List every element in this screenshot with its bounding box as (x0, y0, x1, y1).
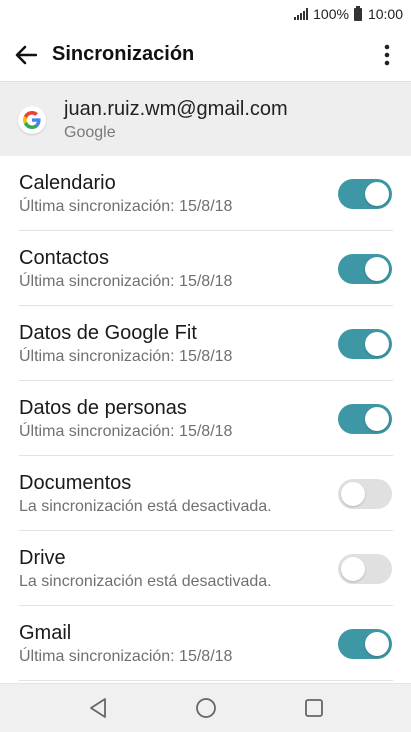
sync-item-title: Calendario (19, 172, 116, 194)
battery-icon (353, 5, 362, 21)
google-logo-icon (18, 105, 46, 134)
sync-item-status: La sincronización está desactivada. (19, 498, 272, 515)
sync-toggle[interactable] (338, 253, 392, 284)
sync-item-status: Última sincronización: 15/8/18 (19, 423, 233, 440)
sync-item-gmail[interactable]: Gmail Última sincronización: 15/8/18 (0, 606, 411, 681)
account-type: Google (64, 124, 116, 141)
sync-item-google-fit[interactable]: Datos de Google Fit Última sincronizació… (0, 306, 411, 381)
status-bar: 100% 10:00 (0, 0, 411, 28)
page-title: Sincronización (52, 43, 195, 65)
sync-item-documentos[interactable]: Documentos La sincronización está desact… (0, 456, 411, 531)
nav-recents-button[interactable] (296, 690, 332, 726)
arrow-back-icon (15, 45, 37, 64)
nav-home-button[interactable] (188, 690, 224, 726)
sync-item-datos-personas[interactable]: Datos de personas Última sincronización:… (0, 381, 411, 456)
sync-item-status: La sincronización está desactivada. (19, 573, 272, 590)
home-circle-icon (195, 698, 216, 718)
sync-toggle[interactable] (338, 628, 392, 659)
sync-toggle[interactable] (338, 478, 392, 509)
sync-item-title: Contactos (19, 247, 110, 269)
sync-item-contactos[interactable]: Contactos Última sincronización: 15/8/18 (0, 231, 411, 306)
account-header: juan.ruiz.wm@gmail.com Google (0, 83, 411, 156)
sync-item-status: Última sincronización: 15/8/18 (19, 273, 233, 290)
app-bar: Sincronización (0, 28, 411, 82)
sync-toggle[interactable] (338, 553, 392, 584)
sync-item-drive[interactable]: Drive La sincronización está desactivada… (0, 531, 411, 606)
recents-square-icon (304, 699, 323, 717)
sync-toggle[interactable] (338, 328, 392, 359)
sync-item-title: Drive (19, 547, 66, 569)
sync-toggle[interactable] (338, 178, 392, 209)
more-options-button[interactable] (363, 28, 411, 82)
account-email: juan.ruiz.wm@gmail.com (64, 98, 288, 120)
signal-icon (294, 8, 309, 20)
sync-toggle[interactable] (338, 403, 392, 434)
sync-item-status: Última sincronización: 15/8/18 (19, 648, 233, 665)
nav-back-button[interactable] (80, 690, 116, 726)
more-vert-icon (384, 44, 390, 65)
sync-item-title: Datos de personas (19, 397, 187, 419)
sync-item-title: Documentos (19, 472, 132, 494)
system-nav-bar (0, 683, 411, 732)
sync-item-calendario[interactable]: Calendario Última sincronización: 15/8/1… (0, 156, 411, 231)
sync-list: Calendario Última sincronización: 15/8/1… (0, 156, 411, 681)
back-triangle-icon (89, 698, 106, 718)
sync-item-title: Gmail (19, 622, 72, 644)
sync-item-title: Datos de Google Fit (19, 322, 197, 344)
clock: 10:00 (367, 6, 403, 22)
sync-item-status: Última sincronización: 15/8/18 (19, 198, 233, 215)
battery-percent: 100% (313, 6, 349, 22)
sync-item-status: Última sincronización: 15/8/18 (19, 348, 233, 365)
back-button[interactable] (0, 28, 52, 82)
